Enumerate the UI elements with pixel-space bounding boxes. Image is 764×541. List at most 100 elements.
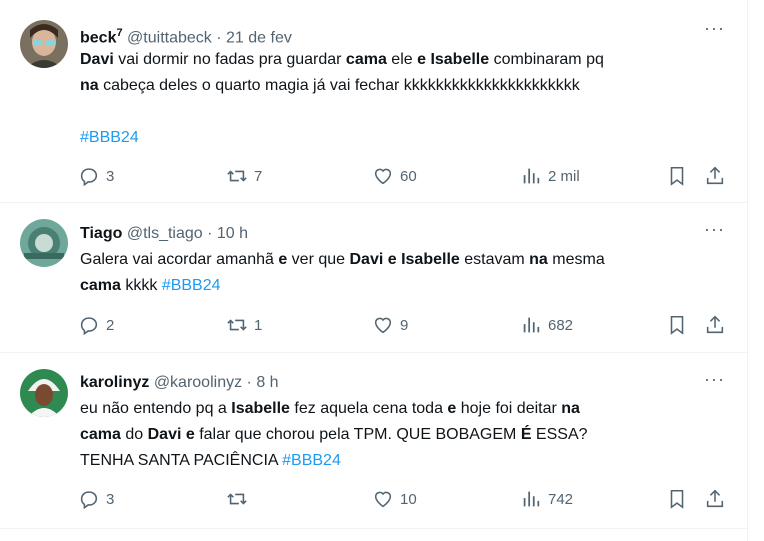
separator: ·	[216, 29, 222, 47]
heart-icon	[374, 168, 392, 185]
tweet[interactable]: beck7 @tuittabeck · 21 de fev ··· Davi v…	[0, 0, 747, 203]
handle[interactable]: @tuittabeck	[127, 29, 212, 46]
display-name[interactable]: karolinyz	[80, 374, 149, 391]
handle[interactable]: @karoolinyz	[154, 374, 242, 391]
heart-icon	[374, 491, 392, 508]
tweet-actions: 3 7 60 2 mil	[78, 164, 728, 188]
retweet-count: 7	[254, 167, 263, 185]
bookmark-button[interactable]	[666, 487, 688, 511]
timestamp[interactable]: 8 h	[256, 374, 278, 391]
reply-button[interactable]: 2	[78, 313, 114, 337]
avatar[interactable]	[20, 20, 68, 68]
reply-count: 3	[106, 490, 115, 508]
reply-button[interactable]: 3	[78, 487, 114, 511]
retweet-button[interactable]: 1	[226, 313, 262, 337]
retweet-icon	[227, 493, 247, 505]
text-segment: do	[120, 426, 148, 443]
highlighted-keyword: na	[529, 251, 548, 268]
share-button[interactable]	[704, 313, 726, 337]
tweet-text: Davi vai dormir no fadas pra guardar cam…	[80, 47, 720, 151]
timestamp[interactable]: 21 de fev	[226, 29, 292, 46]
tweet-text: eu não entendo pq a Isabelle fez aquela …	[80, 396, 720, 474]
avatar[interactable]	[20, 369, 68, 417]
highlighted-keyword: Davi	[80, 51, 114, 68]
reply-count: 2	[106, 316, 115, 334]
bookmark-button[interactable]	[666, 164, 688, 188]
analytics-icon	[523, 491, 540, 507]
reply-button[interactable]: 3	[78, 164, 114, 188]
retweet-icon	[227, 170, 247, 182]
like-button[interactable]: 60	[372, 164, 417, 188]
text-segment: cabeça deles o quarto magia já vai fecha…	[98, 77, 580, 94]
more-options-icon[interactable]: ···	[704, 369, 725, 390]
tweet-header: karolinyz @karoolinyz · 8 h	[80, 373, 279, 393]
more-options-icon[interactable]: ···	[704, 219, 725, 240]
highlighted-keyword: Isabelle	[231, 400, 290, 417]
separator: ·	[246, 374, 252, 391]
share-button[interactable]	[704, 164, 726, 188]
views-button[interactable]: 2 mil	[520, 164, 580, 188]
like-count: 9	[400, 316, 409, 334]
display-name[interactable]: Tiago	[80, 225, 122, 242]
share-button[interactable]	[704, 487, 726, 511]
timestamp[interactable]: 10 h	[217, 225, 248, 242]
tweet[interactable]: Tiago @tls_tiago · 10 h ··· Galera vai a…	[0, 203, 747, 353]
share-icon	[706, 315, 724, 334]
tweet-actions: 3 10 742	[78, 487, 728, 511]
bookmark-button[interactable]	[666, 313, 688, 337]
highlighted-keyword: e	[447, 400, 457, 417]
text-segment: combinaram pq	[489, 51, 604, 68]
like-count: 60	[400, 167, 417, 185]
tweet-header: beck7 @tuittabeck · 21 de fev	[80, 23, 292, 48]
highlighted-keyword: cama	[80, 426, 121, 443]
hashtag-link[interactable]: #BBB24	[162, 277, 221, 294]
heart-icon	[374, 317, 392, 334]
view-count: 2 mil	[548, 167, 580, 185]
separator: ·	[207, 225, 213, 242]
tweet[interactable]: karolinyz @karoolinyz · 8 h ··· eu não e…	[0, 353, 747, 529]
hashtag-link[interactable]: #BBB24	[80, 129, 139, 146]
text-segment: eu não entendo pq a	[80, 400, 232, 417]
avatar[interactable]	[20, 219, 68, 267]
share-icon	[706, 489, 724, 508]
text-segment: ele	[386, 51, 418, 68]
bookmark-icon	[670, 315, 684, 335]
highlighted-keyword: Davi e Isabelle	[349, 251, 460, 268]
retweet-count: 1	[254, 316, 263, 334]
tweet-header: Tiago @tls_tiago · 10 h	[80, 224, 248, 244]
hashtag-link[interactable]: #BBB24	[282, 452, 341, 469]
handle[interactable]: @tls_tiago	[127, 225, 203, 242]
more-options-icon[interactable]: ···	[704, 18, 725, 39]
text-segment: mesma	[547, 251, 605, 268]
like-button[interactable]: 9	[372, 313, 408, 337]
analytics-icon	[523, 168, 540, 184]
share-icon	[706, 166, 724, 185]
highlighted-keyword: e Isabelle	[417, 51, 490, 68]
text-segment: estavam	[459, 251, 530, 268]
like-count: 10	[400, 490, 417, 508]
view-count: 742	[548, 490, 574, 508]
view-count: 682	[548, 316, 574, 334]
retweet-button[interactable]: 7	[226, 164, 262, 188]
highlighted-keyword: cama	[345, 51, 387, 68]
text-segment: ver que	[287, 251, 350, 268]
text-segment: kkkk	[120, 277, 162, 294]
text-segment: fez aquela cena toda	[289, 400, 448, 417]
views-button[interactable]: 682	[520, 313, 573, 337]
bookmark-icon	[670, 166, 684, 186]
display-name[interactable]: beck	[80, 29, 116, 46]
analytics-icon	[523, 317, 540, 333]
views-button[interactable]: 742	[520, 487, 573, 511]
name-badge: 7	[116, 27, 123, 39]
highlighted-keyword: e	[278, 251, 288, 268]
text-segment: falar que chorou pela TPM. QUE BOBAGEM	[194, 426, 521, 443]
text-segment: ESSA?	[531, 426, 588, 443]
timeline: beck7 @tuittabeck · 21 de fev ··· Davi v…	[0, 0, 748, 541]
reply-icon	[80, 168, 98, 187]
like-button[interactable]: 10	[372, 487, 417, 511]
reply-icon	[80, 317, 98, 336]
retweet-button[interactable]	[226, 487, 254, 511]
retweet-icon	[227, 319, 247, 331]
highlighted-keyword: na	[561, 400, 580, 417]
text-segment: vai dormir no fadas pra guardar	[113, 51, 346, 68]
